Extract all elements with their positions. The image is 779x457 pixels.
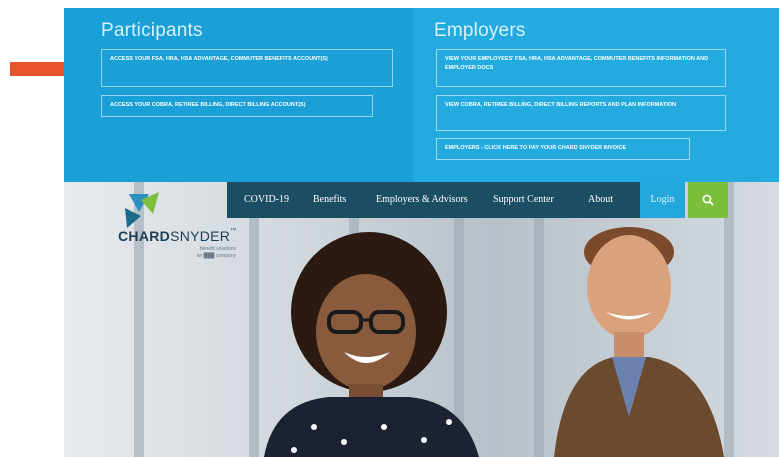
man-image	[554, 227, 724, 457]
participant-cobra-billing-link[interactable]: ACCESS YOUR COBRA, RETIREE BILLING, DIRE…	[101, 95, 373, 117]
employer-fsa-hra-hsa-link[interactable]: VIEW YOUR EMPLOYEES' FSA, HRA, HSA ADVAN…	[436, 49, 726, 87]
woman-image	[264, 232, 479, 457]
nav-item-covid-19[interactable]: COVID-19	[244, 194, 289, 205]
logo-name-light: SNYDER	[170, 228, 231, 244]
hero-photo: COVID-19 Benefits Employers & Advisors S…	[64, 182, 779, 457]
nav-item-benefits[interactable]: Benefits	[313, 194, 346, 205]
main-nav: COVID-19 Benefits Employers & Advisors S…	[227, 182, 679, 218]
nav-item-support-center[interactable]: Support Center	[493, 194, 554, 205]
login-button[interactable]: Login	[640, 182, 685, 218]
logo-wordmark[interactable]: CHARDSNYDER™	[118, 228, 237, 244]
participant-fsa-hra-hsa-link[interactable]: ACCESS YOUR FSA, HRA, HSA ADVANTAGE, COM…	[101, 49, 393, 87]
nav-item-employers-advisors[interactable]: Employers & Advisors	[376, 194, 468, 205]
logo-tagline: benefit solutions an ███ company	[176, 246, 236, 260]
nav-item-about[interactable]: About	[588, 194, 613, 205]
logo-tagline-1: benefit solutions	[199, 246, 236, 252]
account-access-panel: Participants Employers ACCESS YOUR FSA, …	[64, 8, 779, 182]
search-icon	[702, 194, 714, 206]
chardsnyder-logo-icon	[125, 192, 159, 228]
participants-heading: Participants	[101, 20, 203, 41]
employers-heading: Employers	[434, 20, 526, 41]
employer-pay-invoice-link[interactable]: EMPLOYERS - CLICK HERE TO PAY YOUR CHARD…	[436, 138, 690, 160]
logo-name-bold: CHARD	[118, 228, 171, 244]
employer-cobra-reports-link[interactable]: VIEW COBRA, RETIREE BILLING, DIRECT BILL…	[436, 95, 726, 131]
logo-tm: ™	[230, 228, 237, 234]
logo-tagline-2: an ███ company	[196, 253, 236, 259]
search-button[interactable]	[688, 182, 728, 218]
